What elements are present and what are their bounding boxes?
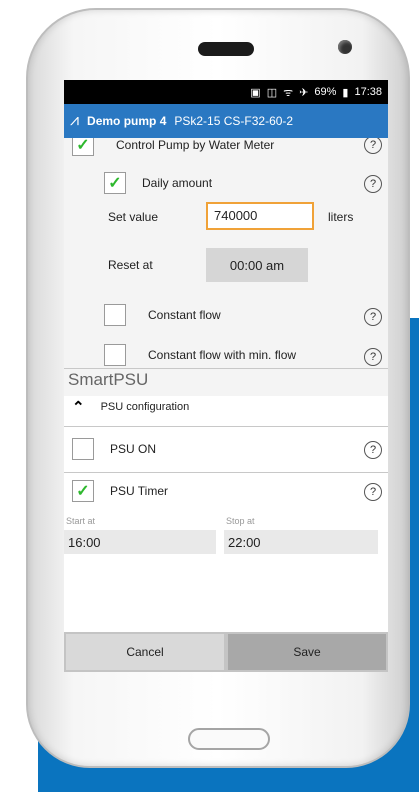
set-value-label: Set value [108,210,159,224]
section-divider [64,368,388,369]
constant-flow-min-label: Constant flow with min. flow [148,348,297,362]
speaker-grille [198,42,254,56]
reset-at-button[interactable]: 00:00 am [206,248,308,282]
psu-on-row[interactable]: PSU ON [72,438,156,460]
constant-flow-checkbox[interactable] [104,304,126,326]
control-pump-checkbox[interactable]: ✓ [72,138,94,156]
cancel-button[interactable]: Cancel [66,634,224,670]
home-button[interactable] [188,728,270,750]
checkmark-icon: ✓ [108,175,122,192]
psu-divider [64,426,388,427]
smartpsu-title: SmartPSU [68,370,149,389]
constant-flow-label: Constant flow [148,308,221,322]
psu-on-checkbox[interactable] [72,438,94,460]
psu-divider [64,472,388,473]
signal-icon: ◫ [266,86,278,99]
pulse-icon[interactable]: ⩘ [70,112,79,130]
image-icon: ▣ [250,86,261,99]
psu-config-toggle[interactable]: ⌃ PSU configuration [72,398,189,416]
checkmark-icon: ✓ [76,483,90,500]
psu-timer-label: PSU Timer [110,484,169,498]
reset-at-label: Reset at [108,258,153,272]
psu-on-label: PSU ON [110,442,157,456]
battery-level: 69% [314,86,337,98]
psu-timer-checkbox[interactable]: ✓ [72,480,94,502]
settings-content[interactable]: ✓ Control Pump by Water Meter ? ✓ Daily … [64,138,388,632]
set-value-unit: liters [328,210,354,224]
help-icon[interactable]: ? [364,138,382,154]
checkmark-icon: ✓ [76,138,90,154]
action-bar: Cancel Save [64,632,388,672]
daily-amount-row[interactable]: ✓ Daily amount [104,172,212,194]
stop-at-label: Stop at [226,516,255,526]
save-button[interactable]: Save [228,634,386,670]
app-title: Demo pump 4 [87,114,167,128]
app-subtitle: PSk2-15 CS-F32-60-2 [174,114,294,128]
chevron-up-icon: ⌃ [72,399,85,416]
airplane-icon: ✈ [299,86,309,99]
battery-icon: ▮ [342,86,349,99]
start-at-field[interactable]: 16:00 [64,530,216,554]
app-bar: ⩘ Demo pump 4 PSk2-15 CS-F32-60-2 [64,104,388,138]
start-at-label: Start at [66,516,96,526]
help-icon[interactable]: ? [364,308,382,326]
psu-panel: ⌃ PSU configuration PSU ON ? ✓ PSU Timer… [64,396,388,632]
constant-flow-min-checkbox[interactable] [104,344,126,366]
help-icon[interactable]: ? [364,175,382,193]
psu-timer-row[interactable]: ✓ PSU Timer [72,480,168,502]
front-camera [338,40,352,54]
constant-flow-row[interactable]: Constant flow [104,304,221,326]
control-pump-row[interactable]: ✓ Control Pump by Water Meter [72,138,274,156]
help-icon[interactable]: ? [364,348,382,366]
phone-screen: ▣ ◫ ᯤ ✈ 69% ▮ 17:38 ⩘ Demo pump 4 PSk2-1… [64,80,388,672]
control-pump-label: Control Pump by Water Meter [116,138,275,152]
psu-config-label: PSU configuration [100,401,190,413]
wifi-icon: ᯤ [283,86,294,99]
help-icon[interactable]: ? [364,441,382,459]
help-icon[interactable]: ? [364,483,382,501]
daily-amount-checkbox[interactable]: ✓ [104,172,126,194]
status-time: 17:38 [354,86,382,98]
status-bar: ▣ ◫ ᯤ ✈ 69% ▮ 17:38 [64,80,388,104]
set-value-input[interactable]: 740000 [206,202,314,230]
constant-flow-min-row[interactable]: Constant flow with min. flow [104,344,296,366]
stop-at-field[interactable]: 22:00 [224,530,378,554]
daily-amount-label: Daily amount [142,176,213,190]
